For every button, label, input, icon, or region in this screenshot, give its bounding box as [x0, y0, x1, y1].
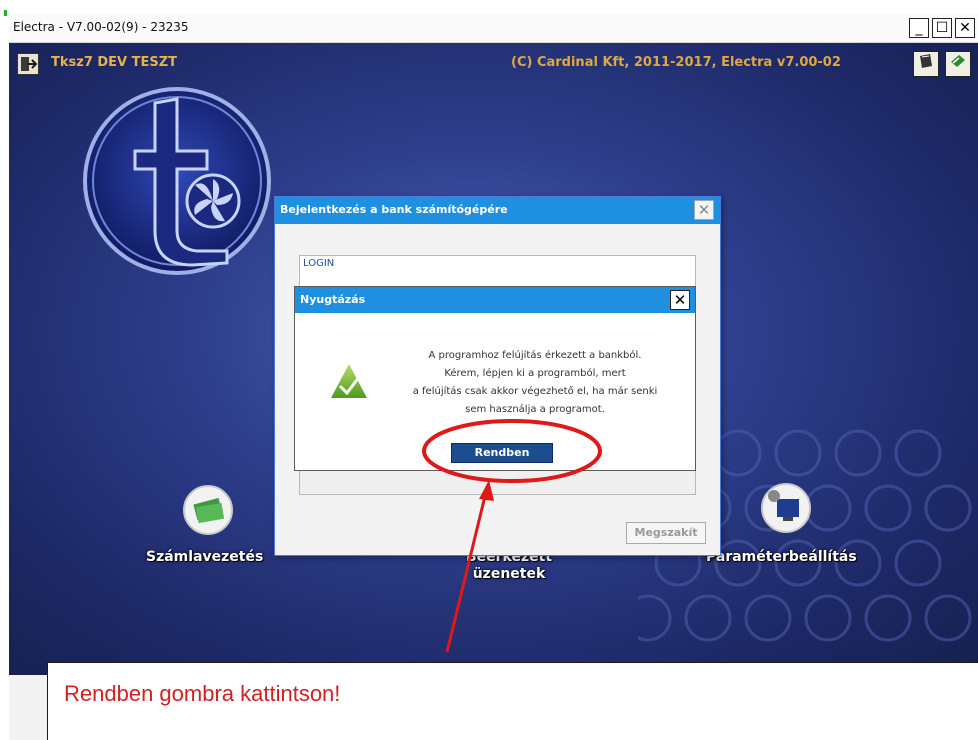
close-icon[interactable]: ✕	[670, 290, 690, 310]
money-stack-icon[interactable]	[183, 485, 233, 535]
notebook-icon[interactable]	[913, 51, 939, 77]
confirm-message: A programhoz felújítás érkezett a bankbó…	[375, 347, 695, 419]
login-group-label: LOGIN	[303, 258, 335, 269]
confirm-dialog-header: Nyugtázás ✕	[295, 287, 695, 313]
login-status-bar	[300, 470, 695, 494]
copyright-text: (C) Cardinal Kft, 2011-2017, Electra v7.…	[511, 55, 841, 70]
instruction-box: Rendben gombra kattintson!	[47, 662, 978, 740]
help-book-icon[interactable]	[945, 51, 971, 77]
login-dialog-header: Bejelentkezés a bank számítógépére ✕	[275, 197, 720, 224]
instruction-text: Rendben gombra kattintson!	[64, 681, 341, 706]
tksz-logo-icon	[83, 87, 271, 275]
app-title: Tksz7 DEV TESZT	[51, 55, 178, 70]
minimize-button[interactable]: _	[909, 18, 929, 38]
close-icon[interactable]: ✕	[694, 200, 714, 220]
cancel-button[interactable]: Megszakít	[626, 522, 706, 544]
edge-marker	[4, 10, 7, 16]
close-button[interactable]: ✕	[955, 18, 975, 38]
window-title: Electra - V7.00-02(9) - 23235	[13, 20, 189, 34]
checkmark-icon	[331, 364, 367, 398]
exit-icon[interactable]	[17, 53, 39, 75]
function-label-parameter[interactable]: Paraméterbeállítás	[706, 549, 857, 565]
confirm-dialog: Nyugtázás ✕ A programhoz felújítás érkez…	[294, 286, 696, 471]
window-titlebar: Electra - V7.00-02(9) - 23235 _ ☐ ✕	[9, 14, 978, 43]
confirm-dialog-title: Nyugtázás	[300, 293, 366, 306]
maximize-button[interactable]: ☐	[932, 18, 952, 38]
ok-button[interactable]: Rendben	[451, 443, 553, 463]
message-line: Kérem, lépjen ki a programból, mert	[444, 368, 626, 379]
computer-settings-icon[interactable]	[761, 483, 811, 533]
login-dialog-title: Bejelentkezés a bank számítógépére	[280, 203, 508, 216]
message-line: A programhoz felújítás érkezett a bankbó…	[428, 350, 642, 361]
function-label-szamlavezetes[interactable]: Számlavezetés	[146, 549, 263, 565]
message-line: sem használja a programot.	[465, 404, 605, 415]
message-line: a felújítás csak akkor végezhető el, ha …	[412, 386, 658, 397]
